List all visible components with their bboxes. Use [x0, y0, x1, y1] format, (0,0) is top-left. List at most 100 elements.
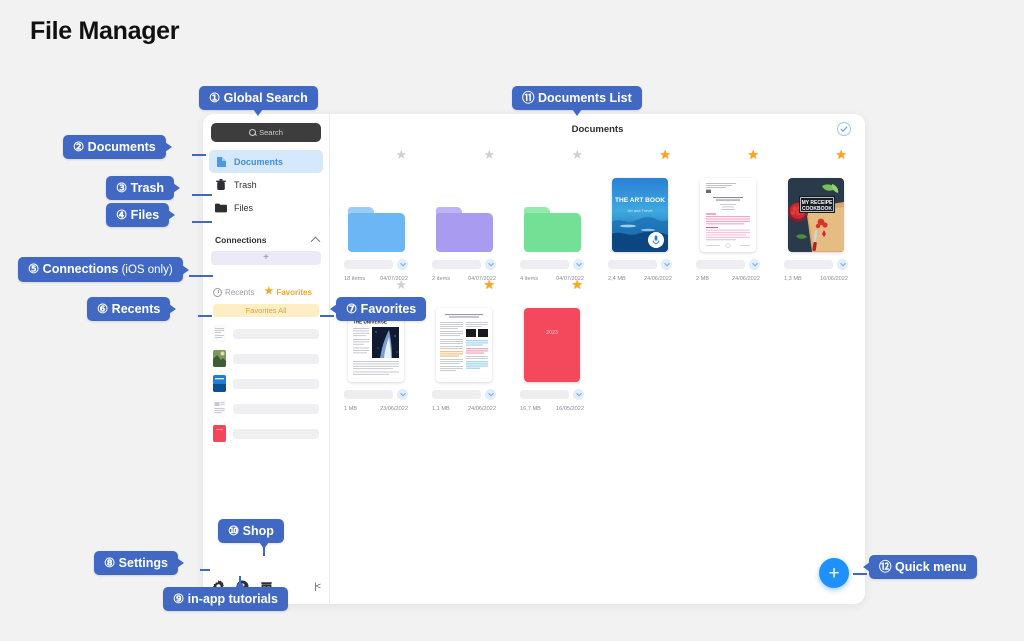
callout-label: ⑨ in-app tutorials [173, 592, 278, 606]
sidebar-item-files[interactable]: Files [209, 196, 323, 219]
item-thumbnail[interactable]: ★ 2023 [520, 278, 584, 382]
chevron-down-icon[interactable] [485, 259, 496, 270]
star-icon: ★ [264, 286, 274, 297]
item-name-row [784, 259, 848, 270]
documents-grid: ★ 18 items 04/07/2022 ★ 2 items 04/07/20… [330, 144, 865, 412]
item-date: 24/06/2022 [468, 406, 496, 412]
list-item-name-placeholder [233, 378, 319, 389]
sidebar-item-label: Documents [234, 156, 284, 167]
grid-item[interactable]: ★ 4 items 04/07/2022 [520, 148, 584, 282]
grid-item[interactable]: ★ 2023 16,7 MB 16/05/2022 [520, 278, 584, 412]
callout-quick-menu: ⑫ Quick menu [863, 555, 977, 580]
star-icon[interactable]: ★ [483, 148, 495, 161]
chevron-down-icon[interactable] [661, 259, 672, 270]
list-item[interactable] [213, 375, 319, 392]
grid-item[interactable]: ★ 2 items 04/07/2022 [432, 148, 496, 282]
item-thumbnail[interactable]: ★ [344, 148, 408, 252]
list-item[interactable] [213, 400, 319, 417]
art-book-subtitle: Art and Travel [628, 208, 653, 213]
item-name-row [520, 389, 584, 400]
item-name-placeholder [520, 390, 569, 399]
favorites-all-label: Favorites All [245, 306, 287, 315]
search-input[interactable]: Search [211, 123, 321, 142]
item-thumbnail[interactable]: ★ THE ART BOOK Art and Travel [608, 148, 672, 252]
item-thumbnail[interactable]: ★ [520, 148, 584, 252]
item-thumbnail[interactable]: ★ [432, 148, 496, 252]
list-item-name-placeholder [233, 353, 319, 364]
callout-label: ② Documents [73, 140, 156, 154]
list-item-name-placeholder [233, 403, 319, 414]
callout-label: ⑥ Recents [97, 302, 161, 316]
callout-connector [189, 275, 213, 277]
item-name-row [520, 259, 584, 270]
star-icon[interactable]: ★ [747, 148, 759, 161]
chevron-up-icon[interactable] [310, 236, 321, 247]
callout-favorites: ⑦ Favorites [330, 297, 427, 322]
document-icon [215, 156, 227, 168]
star-icon[interactable]: ★ [659, 148, 671, 161]
item-meta: 2,4 MB 24/06/2022 [608, 276, 672, 282]
favorites-all-chip[interactable]: Favorites All [213, 304, 319, 317]
star-icon[interactable]: ★ [395, 278, 407, 291]
callout-connector [263, 544, 265, 556]
sidebar-item-trash[interactable]: Trash [209, 173, 323, 196]
chevron-down-icon[interactable] [485, 389, 496, 400]
item-name-placeholder [432, 260, 481, 269]
cookbook-title-line2: COOKBOOK [802, 206, 832, 212]
list-item[interactable] [213, 350, 319, 367]
item-thumbnail[interactable]: ★ [432, 278, 496, 382]
art-book-cover: THE ART BOOK Art and Travel [612, 178, 668, 252]
chevron-down-icon[interactable] [573, 259, 584, 270]
chevron-down-icon[interactable] [837, 259, 848, 270]
tab-favorites[interactable]: ★ Favorites [264, 287, 312, 297]
document-thumb-icon [213, 325, 226, 342]
item-thumbnail[interactable]: ★ [784, 148, 848, 252]
sidebar-nav: Documents Trash Files [203, 150, 329, 219]
favorites-list [203, 325, 329, 442]
callout-connector [192, 221, 212, 223]
tab-recents[interactable]: Recents [213, 287, 254, 297]
trash-icon [215, 178, 227, 191]
item-thumbnail[interactable]: ★ [696, 148, 760, 252]
item-name-placeholder [432, 390, 481, 399]
item-name-placeholder [520, 260, 569, 269]
chevron-down-icon[interactable] [749, 259, 760, 270]
star-icon[interactable]: ★ [571, 148, 583, 161]
add-connection-button[interactable]: + [211, 251, 321, 265]
list-item[interactable] [213, 325, 319, 342]
item-date: 16/05/2022 [556, 406, 584, 412]
grid-item[interactable]: ★ [784, 148, 848, 282]
item-date: 24/06/2022 [732, 276, 760, 282]
star-icon[interactable]: ★ [395, 148, 407, 161]
collapse-panel-icon[interactable]: |< [314, 581, 321, 591]
item-name-row [608, 259, 672, 270]
grid-item[interactable]: ★ 18 items 04/07/2022 [344, 148, 408, 282]
grid-item[interactable]: ★ [432, 278, 496, 412]
sidebar-item-documents[interactable]: Documents [209, 150, 323, 173]
chevron-down-icon[interactable] [397, 389, 408, 400]
add-connection-label: + [263, 252, 269, 263]
callout-label: ④ Files [116, 208, 160, 222]
check-circle-icon[interactable] [837, 122, 851, 136]
item-size: 2,4 MB [608, 276, 626, 282]
quick-menu-button[interactable]: + [819, 558, 849, 588]
star-icon[interactable]: ★ [483, 278, 495, 291]
item-date: 16/06/2022 [820, 276, 848, 282]
chevron-down-icon[interactable] [573, 389, 584, 400]
callout-tail [330, 304, 337, 315]
folder-icon [435, 207, 493, 252]
connections-section-header[interactable]: Connections [215, 235, 321, 247]
chevron-down-icon[interactable] [397, 259, 408, 270]
callout-tail [253, 109, 264, 117]
list-item[interactable] [213, 425, 319, 442]
star-icon[interactable]: ★ [571, 278, 583, 291]
item-meta: 2 MB 24/06/2022 [696, 276, 760, 282]
article-thumb-icon [213, 400, 226, 417]
callout-tail [181, 264, 189, 275]
item-name-row [432, 259, 496, 270]
grid-item[interactable]: ★ [696, 148, 760, 282]
item-size: 16,7 MB [520, 406, 541, 412]
grid-item[interactable]: ★ THE ART BOOK Art and Travel 2,4 MB 24/… [608, 148, 672, 282]
star-icon[interactable]: ★ [835, 148, 847, 161]
callout-connector [200, 569, 210, 571]
